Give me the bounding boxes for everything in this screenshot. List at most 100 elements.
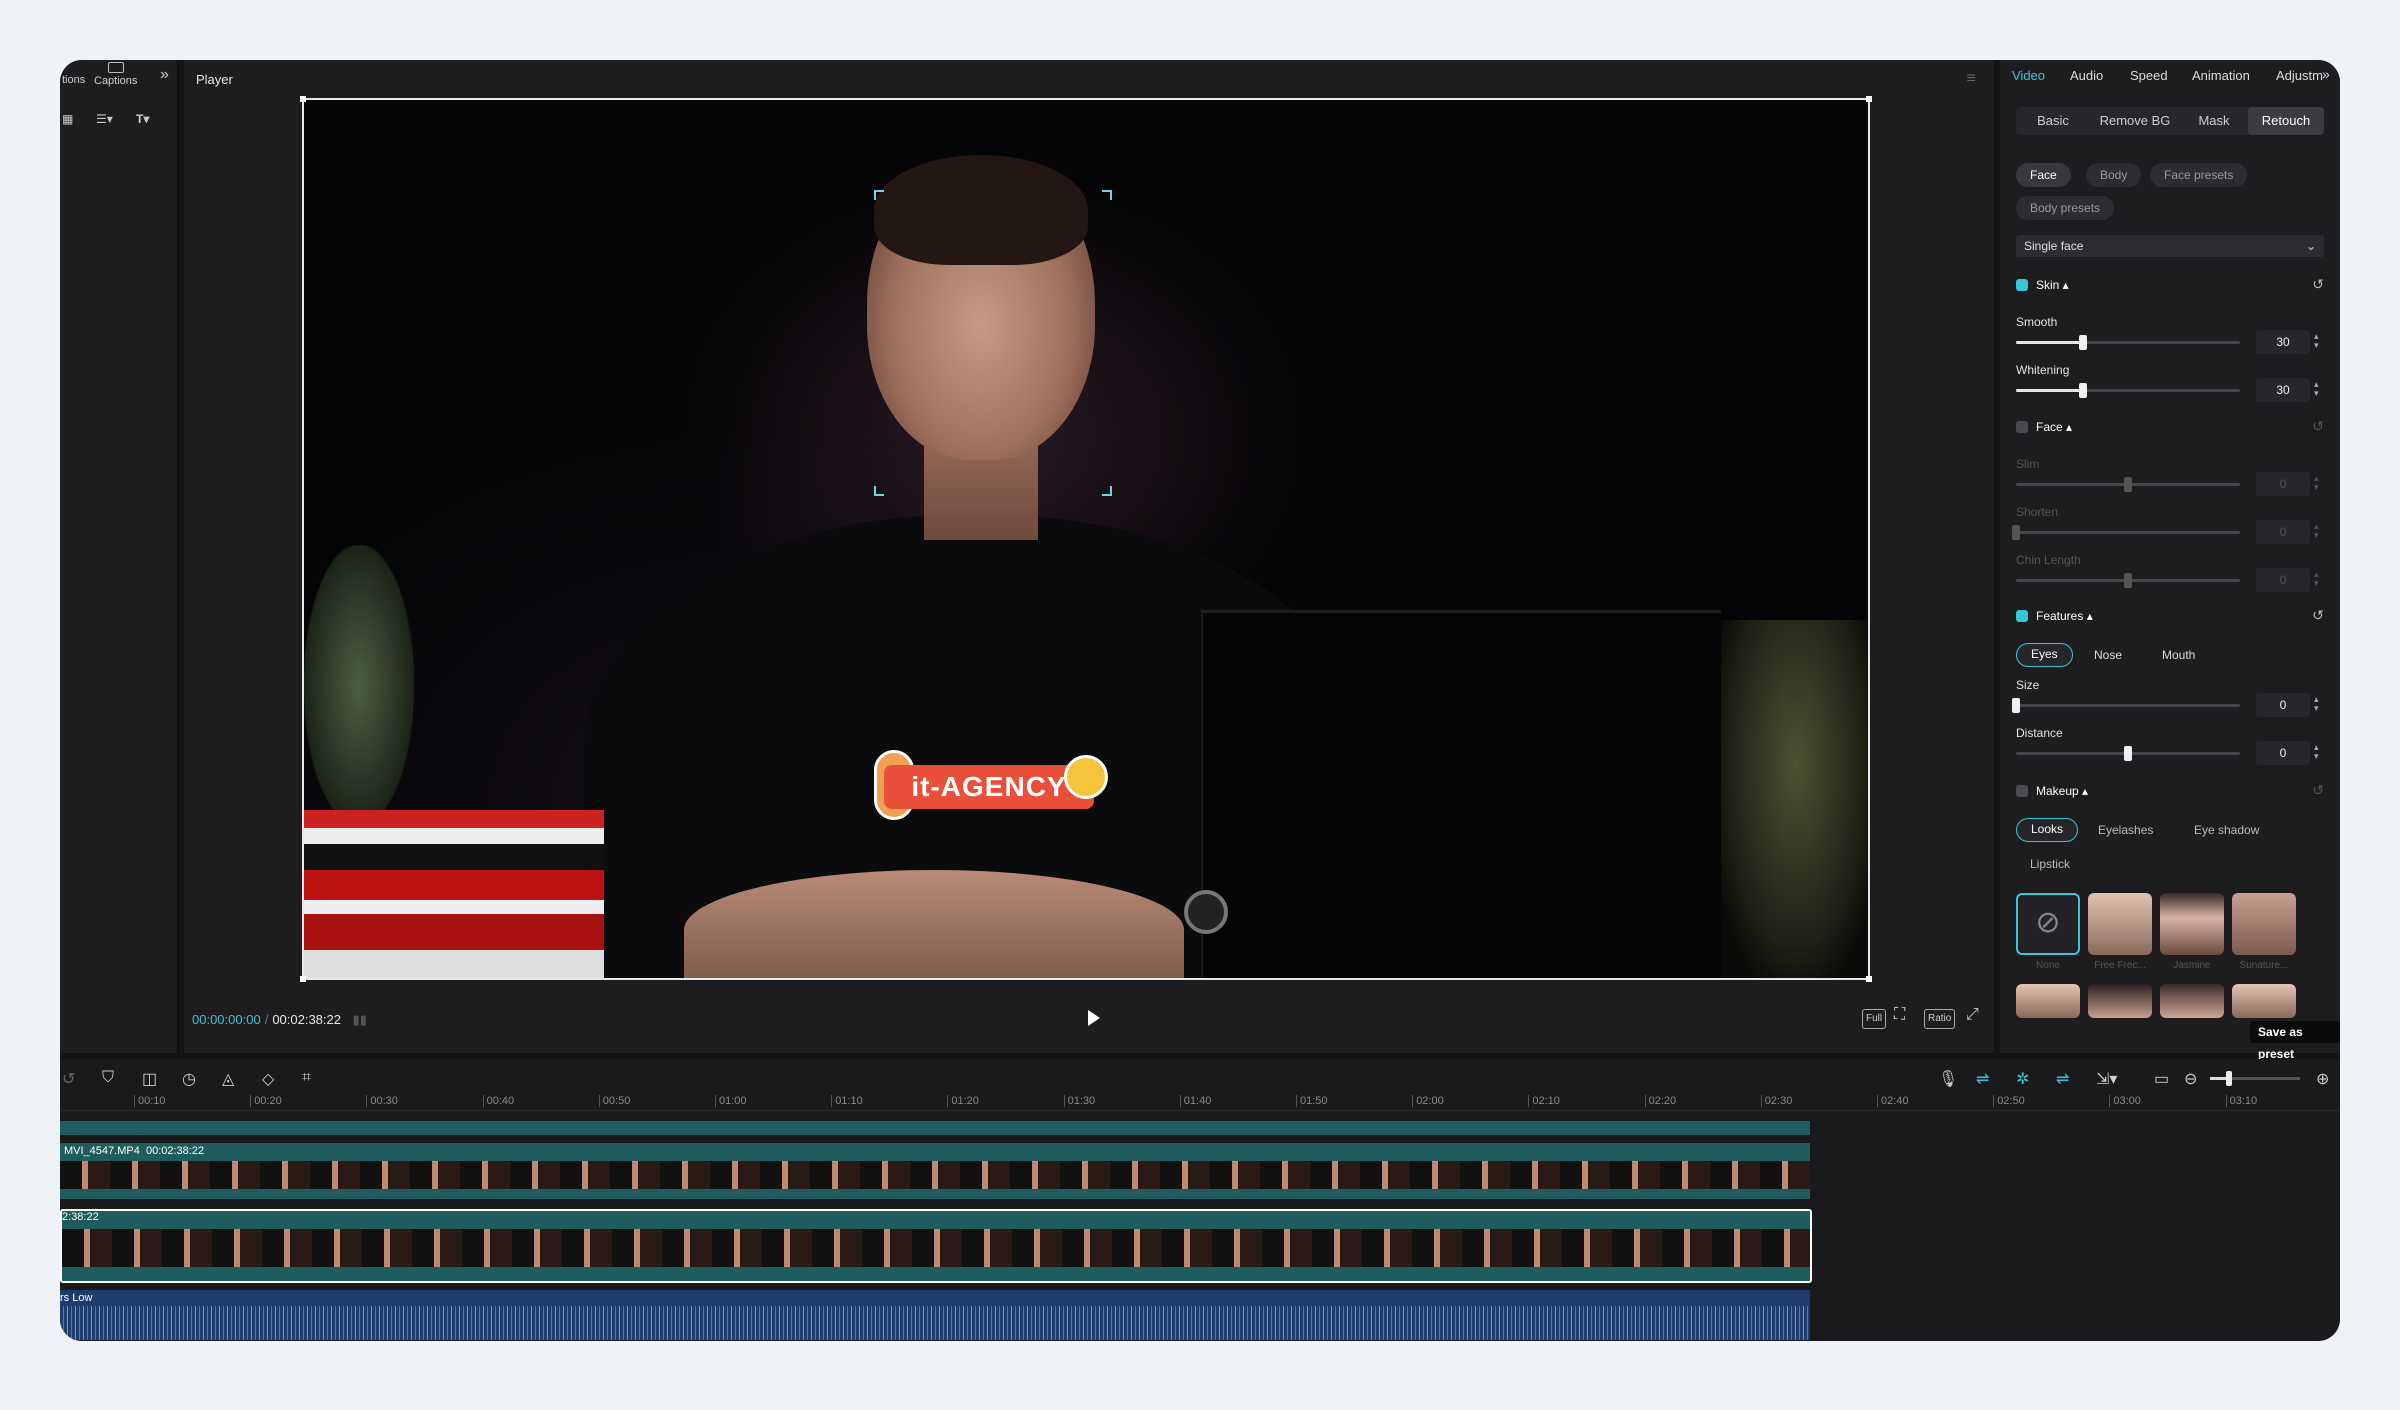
timecode: 00:00:00:00/00:02:38:22 ▮▮ (192, 1012, 367, 1027)
slider-knob[interactable] (2012, 698, 2020, 713)
tab-audio[interactable]: Audio (2070, 68, 2103, 83)
tab-speed[interactable]: Speed (2130, 68, 2168, 83)
crop-icon[interactable]: ⌗ (302, 1069, 311, 1087)
stepper-icon[interactable]: ▴ ▾ (2314, 695, 2319, 713)
whitening-value[interactable]: 30 (2256, 378, 2310, 402)
zoom-out-icon[interactable]: ⊖ (2184, 1069, 2197, 1089)
size-slider[interactable] (2012, 698, 2240, 713)
rotate-icon[interactable]: ◇ (262, 1069, 274, 1089)
save-as-preset-button[interactable]: Save as preset (2250, 1021, 2340, 1061)
snap-icon[interactable]: ⇌ (2056, 1069, 2069, 1089)
zoom-in-icon[interactable]: ⊕ (2316, 1069, 2329, 1089)
look-none[interactable]: ⊘ (2016, 893, 2080, 955)
look-thumbnail[interactable] (2088, 893, 2152, 955)
makeup-section[interactable]: Makeup ▴ (2016, 784, 2088, 798)
play-button[interactable] (1088, 1010, 1100, 1026)
reset-icon[interactable]: ↺ (2312, 276, 2324, 293)
makeup-tab-eyelashes[interactable]: Eyelashes (2084, 818, 2167, 842)
tab-adjustment[interactable]: Adjustm (2276, 68, 2323, 83)
distance-slider[interactable] (2016, 746, 2240, 761)
ratio-button[interactable]: Ratio (1924, 1009, 1956, 1029)
makeup-tab-eye-shadow[interactable]: Eye shadow (2180, 818, 2273, 842)
look-thumbnail[interactable] (2016, 984, 2080, 1018)
look-thumbnail[interactable] (2088, 984, 2152, 1018)
whitening-slider[interactable] (2016, 383, 2240, 398)
size-value[interactable]: 0 (2256, 693, 2310, 717)
feature-tab-nose[interactable]: Nose (2080, 643, 2136, 667)
look-label: Sunature... (2239, 960, 2289, 971)
makeup-tab-looks[interactable]: Looks (2016, 818, 2079, 842)
mirror-icon[interactable]: ◬ (222, 1069, 234, 1089)
face-checkbox[interactable] (2016, 421, 2028, 433)
features-checkbox[interactable] (2016, 610, 2028, 622)
distance-value[interactable]: 0 (2256, 741, 2310, 765)
split-icon[interactable]: ◫ (142, 1069, 157, 1089)
look-thumbnail[interactable] (2232, 893, 2296, 955)
audio-waveform[interactable] (60, 1306, 1810, 1340)
effect-track[interactable] (60, 1121, 1810, 1135)
video-preview[interactable]: it-AGENCY (302, 98, 1870, 980)
grid-view-icon[interactable]: ▦ (62, 112, 73, 126)
feature-tab-mouth[interactable]: Mouth (2148, 643, 2209, 667)
mode-face[interactable]: Face (2016, 163, 2071, 187)
slider-knob[interactable] (2079, 335, 2088, 350)
mode-body-presets[interactable]: Body presets (2016, 196, 2115, 220)
zoom-knob[interactable] (2226, 1071, 2232, 1086)
look-thumbnail[interactable] (2160, 984, 2224, 1018)
look-thumbnail[interactable] (2232, 984, 2296, 1018)
tab-video[interactable]: Video (2012, 68, 2045, 83)
slider-knob[interactable] (2079, 383, 2088, 398)
sort-icon[interactable]: ☰▾ (96, 112, 113, 126)
undo-icon[interactable]: ↺ (62, 1069, 75, 1089)
skin-checkbox[interactable] (2016, 279, 2028, 291)
resize-handle[interactable] (300, 96, 306, 102)
preview-icon[interactable]: ⇲▾ (2096, 1069, 2117, 1089)
slider-knob[interactable] (2124, 746, 2132, 761)
more-tabs-icon[interactable]: » (2322, 66, 2330, 82)
look-thumbnail[interactable] (2160, 893, 2224, 955)
waveform-icon[interactable]: ▮▮ (353, 1012, 367, 1027)
mode-face-presets[interactable]: Face presets (2150, 163, 2248, 187)
stepper-icon[interactable]: ▴ ▾ (2314, 380, 2319, 398)
makeup-tab-lipstick[interactable]: Lipstick (2016, 852, 2084, 876)
menu-icon[interactable]: ≡ (1967, 70, 1976, 88)
magnet-icon[interactable]: ✲ (2016, 1069, 2029, 1089)
skin-section[interactable]: Skin ▴ (2016, 278, 2069, 292)
mode-body[interactable]: Body (2086, 163, 2142, 187)
clip-track-2-selected[interactable] (60, 1209, 1812, 1283)
zoom-slider[interactable] (2210, 1071, 2300, 1086)
stepper-icon[interactable]: ▴ ▾ (2314, 743, 2319, 761)
subtab-remove-bg[interactable]: Remove BG (2090, 107, 2180, 135)
smooth-value[interactable]: 30 (2256, 330, 2310, 354)
subtab-mask[interactable]: Mask (2180, 107, 2248, 135)
tab-transitions[interactable]: tions (62, 74, 85, 86)
text-filter-icon[interactable]: T▾ (136, 112, 149, 126)
tab-animation[interactable]: Animation (2192, 68, 2250, 83)
full-button[interactable]: Full (1862, 1009, 1887, 1029)
makeup-checkbox[interactable] (2016, 785, 2028, 797)
face-section[interactable]: Face ▴ (2016, 420, 2072, 434)
shield-icon[interactable]: ⛉ (102, 1069, 114, 1087)
caption-icon[interactable]: ▭ (2154, 1069, 2169, 1089)
resize-handle[interactable] (1866, 96, 1872, 102)
ruler-tick: 02:40 (1877, 1095, 1909, 1107)
stepper-icon[interactable]: ▴ ▾ (2314, 332, 2319, 350)
resize-handle[interactable] (300, 976, 306, 982)
smooth-slider[interactable] (2016, 335, 2240, 350)
resize-handle[interactable] (1866, 976, 1872, 982)
screenshot-icon[interactable]: ⛶ (1894, 1006, 1905, 1024)
feature-tab-eyes[interactable]: Eyes (2016, 643, 2073, 667)
microphone-icon[interactable]: 🎙 (1938, 1069, 1958, 1089)
reset-icon[interactable]: ↺ (2312, 607, 2324, 624)
subtab-retouch[interactable]: Retouch (2248, 107, 2324, 135)
subtab-basic[interactable]: Basic (2016, 107, 2090, 135)
fullscreen-icon[interactable]: ⤢ (1966, 1006, 1979, 1024)
link-icon[interactable]: ⇌ (1976, 1069, 1989, 1089)
tab-captions[interactable]: Captions (94, 62, 137, 87)
face-select-dropdown[interactable]: Single face ⌄ (2016, 235, 2324, 257)
features-section[interactable]: Features ▴ (2016, 609, 2093, 623)
expand-icon[interactable]: » (160, 66, 169, 84)
clip-track-1[interactable] (60, 1143, 1810, 1199)
clip-thumbnails (60, 1161, 1810, 1189)
speed-icon[interactable]: ◷ (182, 1069, 196, 1089)
